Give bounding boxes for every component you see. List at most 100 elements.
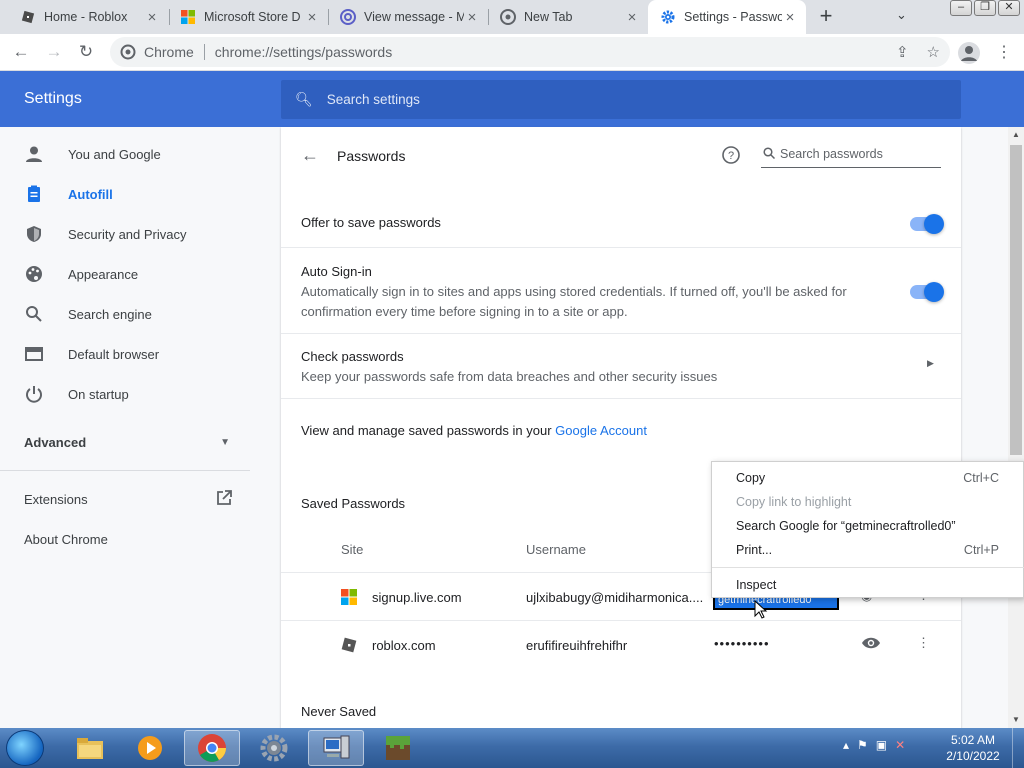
restore-button[interactable]: ❐ [974, 0, 996, 16]
search-settings-input[interactable]: 🔍︎ Search settings [281, 80, 961, 119]
help-icon[interactable]: ? [722, 146, 740, 167]
auto-signin-toggle[interactable] [910, 282, 944, 302]
never-saved-title: Never Saved [301, 704, 377, 719]
sidebar-extensions[interactable]: Extensions [0, 479, 250, 519]
omnibox-site-label: Chrome [144, 44, 194, 60]
window-controls: – ❐ ✕ [950, 0, 1020, 16]
sidebar-item-appearance[interactable]: Appearance [0, 254, 250, 294]
show-desktop-button[interactable] [1012, 728, 1024, 768]
volume-muted-icon[interactable]: ✕ [895, 738, 905, 752]
tab-new-tab[interactable]: New Tab × [488, 0, 648, 34]
close-window-button[interactable]: ✕ [998, 0, 1020, 16]
taskbar-settings-app[interactable] [246, 730, 302, 766]
sidebar-item-security-privacy[interactable]: Security and Privacy [0, 214, 250, 254]
page-title: Passwords [337, 148, 406, 164]
network-icon[interactable]: ▣ [876, 738, 887, 752]
sidebar-item-label: Autofill [68, 186, 113, 202]
new-tab-button[interactable]: + [814, 5, 838, 29]
back-arrow-icon[interactable]: ← [301, 145, 319, 166]
start-button[interactable] [6, 730, 44, 766]
gear-icon [660, 9, 676, 25]
sidebar-item-default-browser[interactable]: Default browser [0, 334, 250, 374]
context-item-copy-link[interactable]: Copy link to highlight [736, 495, 851, 509]
tray-expand-icon[interactable]: ▴ [843, 738, 849, 752]
more-menu-icon[interactable]: ⋮ [996, 42, 1012, 62]
context-menu: Copy Ctrl+C Copy link to highlight Searc… [711, 461, 1024, 598]
more-actions-icon[interactable]: ⋮ [917, 635, 930, 651]
scroll-down-icon[interactable]: ▼ [1012, 715, 1020, 724]
show-password-icon[interactable] [861, 635, 881, 654]
password-username: ujlxibabugy@midiharmonica.... [526, 590, 704, 605]
palette-icon [24, 264, 44, 284]
sidebar-extensions-label: Extensions [24, 491, 88, 507]
scroll-up-icon[interactable]: ▲ [1012, 130, 1020, 139]
tab-view-message[interactable]: View message - M × [328, 0, 488, 34]
forward-button[interactable]: → [44, 42, 64, 62]
password-site: roblox.com [372, 638, 436, 653]
sidebar-item-search-engine[interactable]: Search engine [0, 294, 250, 334]
omnibox[interactable]: Chrome chrome://settings/passwords ⇪ ☆ [110, 37, 950, 67]
taskbar-media-player[interactable] [122, 730, 178, 766]
offer-save-toggle[interactable] [910, 214, 944, 234]
context-item-copy[interactable]: Copy [736, 471, 765, 485]
context-item-print[interactable]: Print... [736, 543, 772, 557]
omnibox-url[interactable]: chrome://settings/passwords [215, 44, 392, 60]
check-passwords-desc: Keep your passwords safe from data breac… [301, 369, 718, 384]
column-header-site: Site [341, 542, 364, 557]
tab-settings[interactable]: Settings - Passwo × [648, 0, 806, 34]
sidebar-advanced[interactable]: Advanced ▼ [0, 422, 250, 462]
tab-search-chevron-icon[interactable]: ⌄ [896, 7, 907, 23]
browser-toolbar: ← → ↻ Chrome chrome://settings/passwords… [0, 34, 1024, 71]
search-passwords-input[interactable]: Search passwords [761, 143, 941, 168]
reload-button[interactable]: ↻ [76, 42, 96, 62]
taskbar-explorer[interactable] [62, 730, 118, 766]
computer-icon [323, 735, 350, 759]
close-tab-icon[interactable]: × [144, 9, 160, 26]
check-passwords-title: Check passwords [301, 349, 404, 364]
context-item-search-google[interactable]: Search Google for “getminecraftrolled0” [736, 519, 956, 533]
page-scrollbar[interactable]: ▲ ▼ [1008, 127, 1024, 728]
search-icon [763, 147, 776, 162]
profile-avatar[interactable] [958, 42, 980, 64]
tab-roblox[interactable]: Home - Roblox × [8, 0, 168, 34]
saved-passwords-title: Saved Passwords [301, 496, 406, 511]
close-tab-icon[interactable]: × [464, 9, 480, 26]
back-button[interactable]: ← [11, 42, 31, 62]
close-tab-icon[interactable]: × [624, 9, 640, 26]
chrome-icon [500, 9, 516, 25]
share-icon[interactable]: ⇪ [896, 43, 909, 61]
scrollbar-thumb[interactable] [1010, 145, 1022, 455]
sidebar-item-label: Appearance [68, 266, 139, 282]
auto-signin-desc-line1: Automatically sign in to sites and apps … [301, 284, 847, 299]
close-tab-icon[interactable]: × [304, 9, 320, 26]
bookmark-star-icon[interactable]: ☆ [927, 43, 940, 61]
settings-title: Settings [24, 90, 82, 107]
check-passwords-row[interactable]: Check passwords Keep your passwords safe… [281, 333, 961, 398]
taskbar-network-app[interactable] [308, 730, 364, 766]
sidebar-about-chrome[interactable]: About Chrome [0, 519, 250, 559]
sidebar-item-on-startup[interactable]: On startup [0, 374, 250, 414]
taskbar-clock[interactable]: 5:02 AM 2/10/2022 [940, 732, 1006, 764]
minimize-button[interactable]: – [950, 0, 972, 16]
browser-icon [24, 344, 44, 364]
gear-icon [260, 734, 288, 762]
context-item-inspect[interactable]: Inspect [736, 578, 776, 592]
flag-icon[interactable]: ⚑ [857, 738, 868, 752]
sidebar-item-label: Search engine [68, 306, 152, 322]
sidebar-item-label: On startup [68, 386, 129, 402]
tab-microsoft-store[interactable]: Microsoft Store D × [168, 0, 328, 34]
google-account-link[interactable]: Google Account [555, 423, 647, 438]
context-separator [712, 567, 1024, 568]
folder-icon [77, 738, 103, 759]
clipboard-icon [24, 184, 44, 204]
taskbar-minecraft[interactable] [370, 730, 426, 766]
sidebar-item-autofill[interactable]: Autofill [0, 174, 250, 214]
password-masked: •••••••••• [714, 636, 770, 651]
sidebar-about-label: About Chrome [24, 531, 108, 547]
password-username: erufifireuihfrehifhr [526, 638, 628, 653]
close-tab-icon[interactable]: × [782, 9, 798, 26]
taskbar-chrome[interactable] [184, 730, 240, 766]
sidebar-item-you-and-google[interactable]: You and Google [0, 134, 250, 174]
manage-text: View and manage saved passwords in your [301, 423, 552, 438]
media-player-icon [138, 736, 162, 760]
